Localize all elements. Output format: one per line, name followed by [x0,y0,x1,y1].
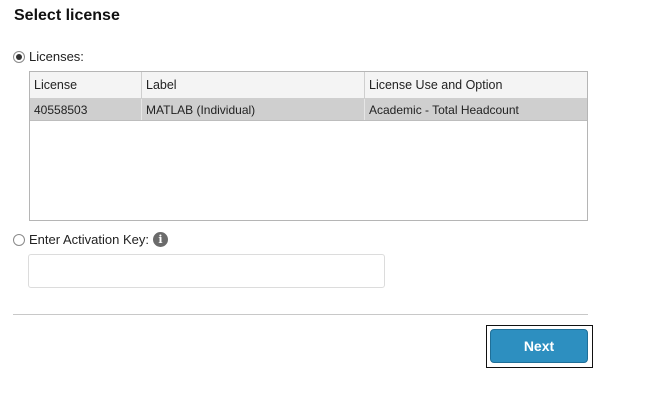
licenses-radio[interactable] [13,51,25,63]
column-header-label[interactable]: Label [142,72,365,98]
activation-key-input[interactable] [28,254,385,288]
next-button[interactable]: Next [490,329,588,363]
info-icon[interactable]: i [153,232,168,247]
licenses-radio-label[interactable]: Licenses: [29,49,84,64]
activation-key-radio-label[interactable]: Enter Activation Key: [29,232,149,247]
cell-license: 40558503 [30,99,142,120]
cell-license-use: Academic - Total Headcount [369,103,519,117]
cell-label: MATLAB (Individual) [142,99,365,120]
license-table: License Label License Use and Option 405… [29,71,588,221]
divider [13,314,588,315]
activation-key-radio[interactable] [13,234,25,246]
column-header-license[interactable]: License [30,72,142,98]
table-row[interactable]: 40558503 MATLAB (Individual) Academic - … [30,99,587,121]
page-title: Select license [14,7,120,24]
table-header: License Label License Use and Option [30,72,587,99]
column-header-license-use[interactable]: License Use and Option [365,72,587,98]
